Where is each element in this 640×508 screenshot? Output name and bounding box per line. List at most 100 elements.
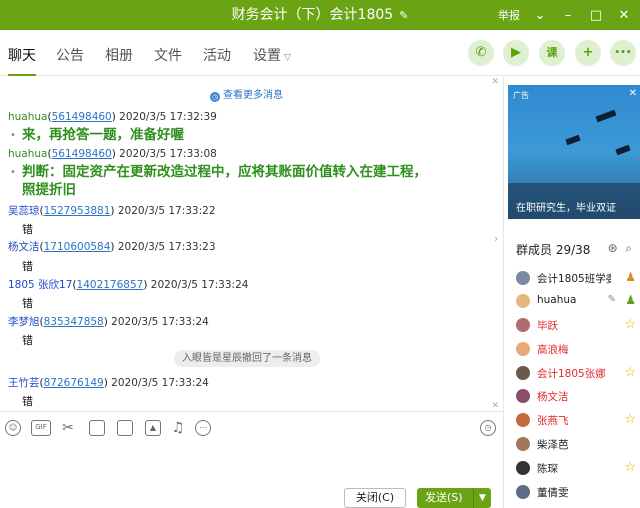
star-icon: ☆ [624, 317, 636, 332]
member-name: 高浪梅 [537, 344, 569, 356]
sender-id[interactable]: 561498460 [52, 111, 112, 123]
message-time: 2020/3/5 17:33:22 [117, 205, 216, 217]
avatar [516, 437, 530, 451]
sender-name[interactable]: huahua [8, 111, 48, 123]
sender-id[interactable]: 872676149 [44, 377, 104, 389]
message-text: 来，再抢答一题，准备好喔 [22, 127, 184, 143]
history-icon[interactable]: ◷ [480, 420, 496, 436]
video-icon[interactable]: ▶ [503, 40, 529, 66]
clock-icon: ◷ [210, 92, 220, 102]
tab-activity[interactable]: 活动 [203, 30, 231, 76]
sender-name[interactable]: huahua [8, 148, 48, 160]
more-messages-link[interactable]: ◷ 查看更多消息 [210, 86, 283, 102]
scissors-icon[interactable]: ✂ [60, 420, 76, 436]
avatar [516, 271, 530, 285]
invite-icon[interactable]: ⊛ [608, 241, 618, 255]
member-item[interactable]: 毕跃 ☆ [516, 316, 638, 336]
close-button[interactable]: 关闭(C) [344, 488, 406, 508]
sender-name[interactable]: 吴蕊琼 [8, 205, 40, 217]
more-messages-label: 查看更多消息 [223, 90, 283, 101]
bullet-icon: • [10, 167, 16, 178]
member-item[interactable]: 陈琛 ☆ [516, 459, 638, 479]
member-item[interactable]: 会计1805班学委 ♟ [516, 269, 638, 289]
message-text-continued: 照提折旧 [22, 182, 76, 198]
tab-settings-label: 设置 [253, 48, 281, 64]
gift-icon[interactable] [117, 420, 133, 436]
avatar [516, 294, 530, 308]
more-icon[interactable]: ••• [610, 40, 636, 66]
sender-name[interactable]: 杨文洁 [8, 241, 40, 253]
avatar [516, 366, 530, 380]
member-item[interactable]: 张燕飞 ☆ [516, 411, 638, 431]
scroll-up-icon[interactable]: ✕ [491, 77, 499, 87]
maximize-icon[interactable]: □ [588, 8, 604, 23]
member-name: 陈琛 [537, 463, 558, 475]
folder-icon[interactable] [89, 420, 105, 436]
member-item[interactable]: 柴泽芭 [516, 435, 638, 455]
edit-icon[interactable]: ✎ [608, 294, 616, 305]
ad-label: 广告 [513, 91, 529, 100]
member-name: huahua [537, 294, 577, 306]
message-text: 错 [22, 334, 33, 347]
class-icon[interactable]: 课 [539, 40, 565, 66]
close-window-icon[interactable]: ✕ [616, 8, 632, 23]
chat-area[interactable]: ✕ ◷ 查看更多消息 huahua(561498460) 2020/3/5 17:… [0, 77, 503, 410]
message-header: 李梦旭(835347858) 2020/3/5 17:33:24 [8, 316, 209, 328]
recall-notice: 入眼皆是星辰撤回了一条消息 [174, 350, 320, 367]
edit-title-icon[interactable]: ✎ [399, 1, 408, 31]
message-header: huahua(561498460) 2020/3/5 17:32:39 [8, 111, 217, 123]
scroll-down-icon[interactable]: ✕ [491, 401, 499, 410]
sender-name[interactable]: 李梦旭 [8, 316, 40, 328]
send-options-chevron-icon[interactable]: ▼ [473, 488, 491, 508]
image-icon[interactable]: ▲ [145, 420, 161, 436]
members-title: 群成员 29/38 [516, 243, 591, 257]
avatar [516, 389, 530, 403]
sender-name[interactable]: 王竹芸 [8, 377, 40, 389]
sender-id[interactable]: 835347858 [44, 316, 104, 328]
ad-banner[interactable]: 广告 ✕ 在职研究生，毕业双证 [508, 85, 640, 219]
message-time: 2020/3/5 17:33:24 [111, 377, 209, 389]
message-text: 错 [22, 297, 33, 310]
member-name: 会计1805班学委 [537, 273, 611, 285]
tab-files[interactable]: 文件 [154, 30, 182, 76]
star-icon: ☆ [624, 460, 636, 475]
member-item[interactable]: 杨文洁 [516, 387, 638, 407]
send-button[interactable]: 发送(S) ▼ [417, 488, 491, 508]
sender-id[interactable]: 1402176857 [77, 279, 144, 291]
message-time: 2020/3/5 17:32:39 [119, 111, 217, 123]
member-item[interactable]: huahua ✎ ♟ [516, 292, 638, 312]
report-link[interactable]: 举报 [498, 7, 520, 23]
tab-announcement[interactable]: 公告 [56, 30, 84, 76]
close-ad-icon[interactable]: ✕ [629, 88, 637, 99]
sender-id[interactable]: 1527953881 [44, 205, 111, 217]
message-time: 2020/3/5 17:33:08 [119, 148, 217, 160]
input-toolbar: ☺ GIF ✂ ▲ ♫ ⋯ ◷ [0, 411, 503, 443]
sender-name[interactable]: 1805 张欣17 [8, 279, 72, 291]
member-item[interactable]: 高浪梅 [516, 340, 638, 360]
tab-chat[interactable]: 聊天 [8, 30, 36, 76]
message-input[interactable] [0, 443, 503, 488]
add-app-icon[interactable]: + [575, 40, 601, 66]
chevron-down-icon: ▽ [284, 53, 291, 63]
sender-id[interactable]: 1710600584 [44, 241, 111, 253]
dropdown-icon[interactable]: ⌄ [532, 8, 548, 23]
star-icon: ☆ [624, 412, 636, 427]
sender-id[interactable]: 561498460 [52, 148, 112, 160]
tab-settings[interactable]: 设置 ▽ [253, 30, 291, 76]
bell-icon[interactable]: ♫ [170, 420, 186, 436]
gif-icon[interactable]: GIF [31, 420, 51, 436]
search-icon[interactable]: ⌕ [625, 241, 632, 255]
avatar [516, 413, 530, 427]
member-name: 杨文洁 [537, 391, 569, 403]
collapse-panel-icon[interactable]: › [494, 232, 498, 245]
title-bar: 财务会计（下）会计1805 ✎ 举报 ⌄ – □ ✕ [0, 0, 640, 30]
emoji-icon[interactable]: ☺ [5, 420, 21, 436]
member-name: 董倩雯 [537, 487, 569, 499]
minimize-icon[interactable]: – [560, 8, 576, 23]
more-circle-icon[interactable]: ⋯ [195, 420, 211, 436]
phone-icon[interactable]: ✆ [468, 40, 494, 66]
member-item[interactable]: 董倩雯 [516, 483, 638, 503]
tab-album[interactable]: 相册 [105, 30, 133, 76]
member-item[interactable]: 会计1805张娜 ☆ [516, 364, 638, 384]
bullet-icon: • [10, 130, 16, 141]
